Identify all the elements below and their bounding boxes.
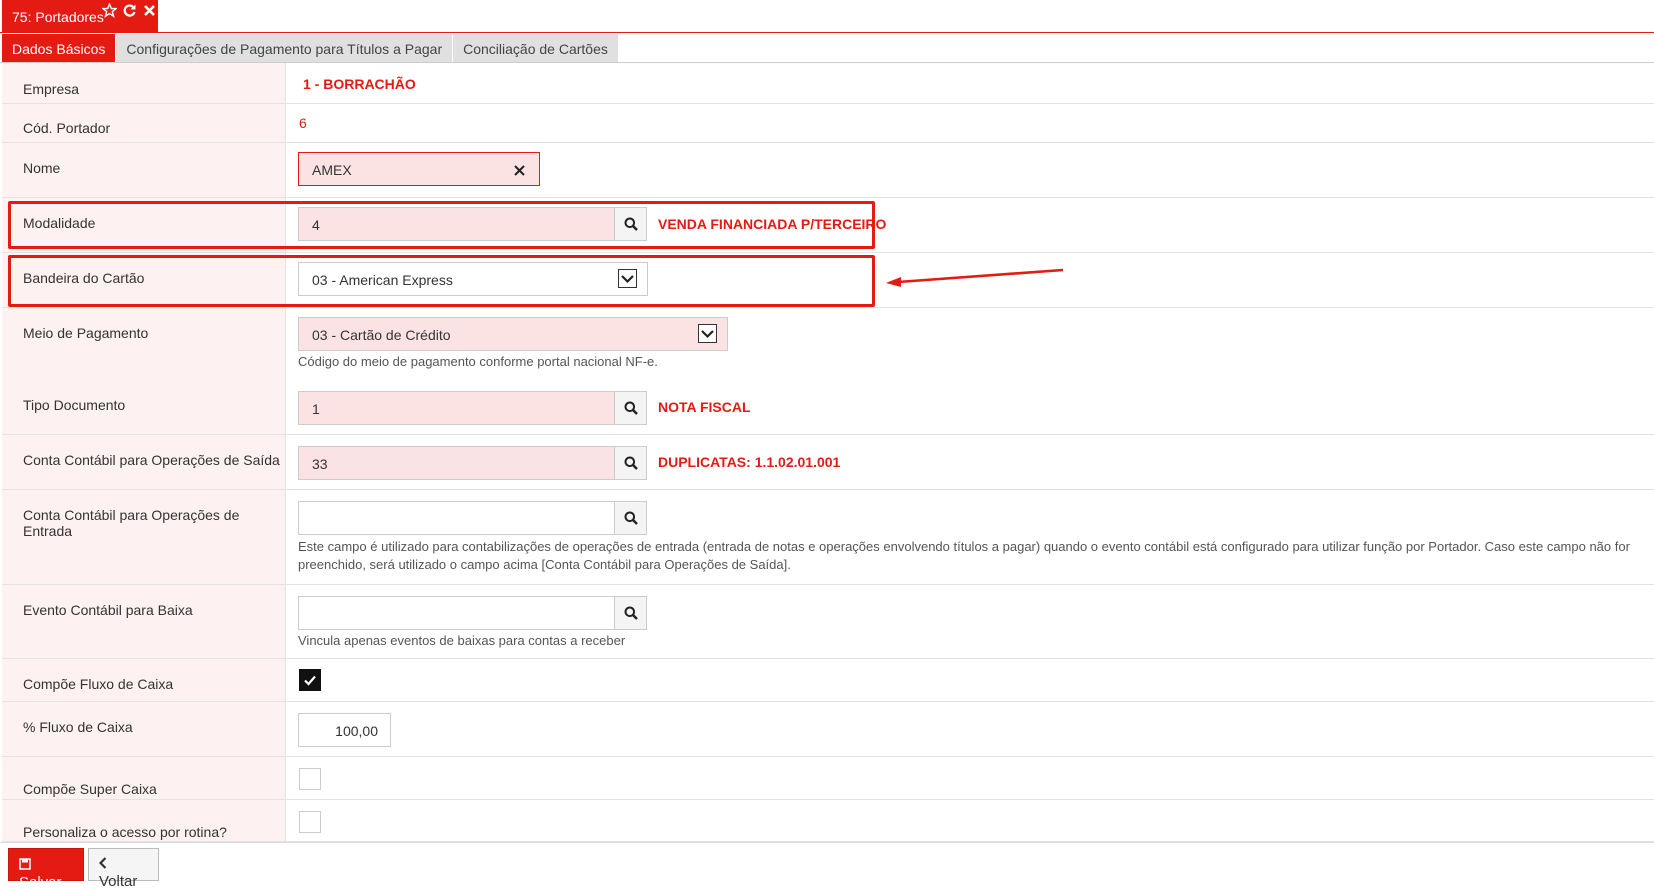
search-icon [624,511,638,528]
nome-label: Nome [2,143,286,197]
arrow-annotation [886,268,1064,287]
tab-configuracoes-pagamento[interactable]: Configurações de Pagamento para Títulos … [116,34,453,63]
search-icon [624,401,638,418]
evento-baixa-label: Evento Contábil para Baixa [2,585,286,658]
evento-baixa-help: Vincula apenas eventos de baixas para co… [298,633,626,648]
tipo-documento-description: NOTA FISCAL [658,399,751,415]
row-compoe-fluxo: Compõe Fluxo de Caixa [2,659,1654,702]
refresh-icon[interactable] [122,3,137,18]
meio-pagamento-help: Código do meio de pagamento conforme por… [298,354,658,369]
nome-input[interactable]: AMEX [298,152,540,186]
close-icon[interactable] [142,3,157,18]
back-button-label: Voltar [99,873,138,890]
perc-fluxo-label: % Fluxo de Caixa [2,702,286,756]
conta-entrada-help-line2: preenchido, será utilizado o campo acima… [298,557,791,572]
window-tab[interactable]: 75: Portadores [2,0,158,33]
compoe-fluxo-checkbox[interactable] [299,669,321,691]
footer-divider [0,842,1654,843]
tipo-documento-label: Tipo Documento [2,380,286,434]
nome-input-value: AMEX [312,162,352,178]
evento-baixa-input[interactable] [298,596,615,630]
empresa-label: Empresa [2,63,286,103]
conta-saida-label: Conta Contábil para Operações de Saída [2,435,286,489]
conta-entrada-input[interactable] [298,501,615,535]
compoe-super-label: Compõe Super Caixa [2,757,286,799]
cod-portador-label: Cód. Portador [2,104,286,142]
conta-saida-search-button[interactable] [614,446,647,480]
tipo-documento-input[interactable]: 1 [298,391,615,425]
compoe-super-checkbox[interactable] [299,768,321,790]
personaliza-checkbox[interactable] [299,811,321,833]
search-icon [624,606,638,623]
row-personaliza: Personaliza o acesso por rotina? [2,800,1654,842]
tipo-documento-input-value: 1 [312,401,320,417]
row-tipo-documento: Tipo Documento 1 NOTA FISCAL [2,380,1654,435]
row-cod-portador: Cód. Portador 6 [2,104,1654,143]
tipo-documento-search-button[interactable] [614,391,647,425]
row-conta-saida: Conta Contábil para Operações de Saída 3… [2,435,1654,490]
row-empresa: Empresa 1 - BORRACHÃO [2,63,1654,104]
personaliza-label: Personaliza o acesso por rotina? [2,800,286,841]
empresa-value: 1 - BORRACHÃO [303,76,416,92]
conta-saida-input-value: 33 [312,456,328,472]
evento-baixa-search-button[interactable] [614,596,647,630]
perc-fluxo-input[interactable]: 100,00 [298,713,391,747]
chevron-down-icon[interactable] [698,324,717,343]
conta-entrada-search-button[interactable] [614,501,647,535]
highlight-box-modalidade [8,201,875,249]
save-button-label: Salvar [19,874,62,891]
row-nome: Nome AMEX [2,143,1654,198]
row-conta-entrada: Conta Contábil para Operações de Entrada… [2,490,1654,585]
row-perc-fluxo: % Fluxo de Caixa 100,00 [2,702,1654,757]
clear-icon[interactable] [514,163,525,179]
cod-portador-value: 6 [299,115,307,131]
star-icon[interactable] [101,2,118,18]
row-compoe-super: Compõe Super Caixa [2,757,1654,800]
conta-entrada-label: Conta Contábil para Operações de Entrada [2,490,286,584]
row-meio-pagamento: Meio de Pagamento 03 - Cartão de Crédito… [2,308,1654,380]
tab-conciliacao-cartoes[interactable]: Conciliação de Cartões [453,34,618,63]
meio-pagamento-select-value: 03 - Cartão de Crédito [312,327,451,343]
highlight-box-bandeira [8,255,875,307]
tab-dados-basicos[interactable]: Dados Básicos [2,34,116,63]
row-evento-baixa: Evento Contábil para Baixa Vincula apena… [2,585,1654,659]
search-icon [624,456,638,473]
meio-pagamento-label: Meio de Pagamento [2,308,286,380]
meio-pagamento-select[interactable]: 03 - Cartão de Crédito [298,317,728,351]
window-title: 75: Portadores [12,9,104,25]
checkmark-icon [303,673,317,690]
conta-entrada-help-line1: Este campo é utilizado para contabilizaç… [298,539,1630,554]
back-button[interactable]: Voltar [88,848,159,890]
tab-bar: Dados Básicos Configurações de Pagamento… [2,34,619,63]
save-button[interactable]: Salvar [8,848,84,891]
window-tab-underline [0,32,1654,33]
chevron-left-icon [98,856,107,873]
save-icon [19,857,31,874]
conta-saida-input[interactable]: 33 [298,446,615,480]
conta-saida-description: DUPLICATAS: 1.1.02.01.001 [658,454,841,470]
compoe-fluxo-label: Compõe Fluxo de Caixa [2,659,286,701]
